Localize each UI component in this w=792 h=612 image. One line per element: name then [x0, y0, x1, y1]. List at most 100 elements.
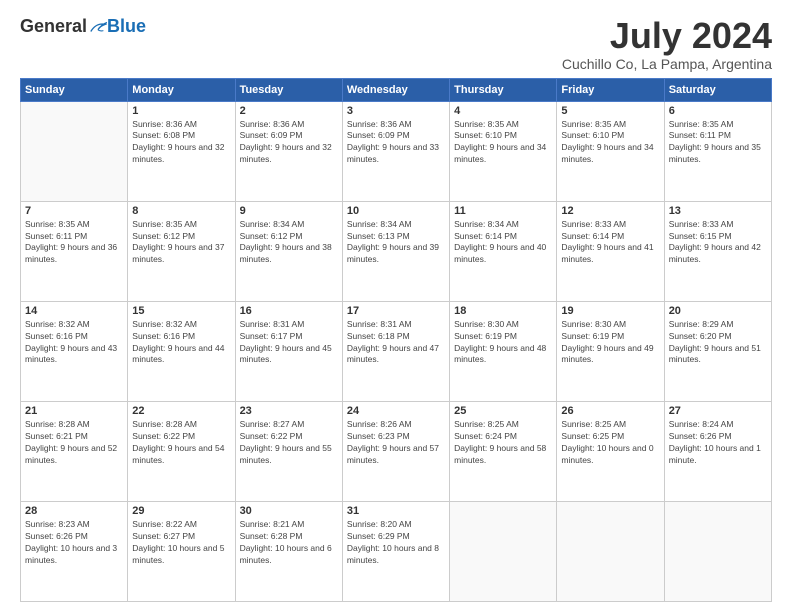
day-info: Sunrise: 8:29 AMSunset: 6:20 PMDaylight:… [669, 319, 767, 367]
day-info: Sunrise: 8:36 AMSunset: 6:09 PMDaylight:… [347, 119, 445, 167]
day-number: 23 [240, 405, 338, 417]
table-row: 21 Sunrise: 8:28 AMSunset: 6:21 PMDayligh… [21, 401, 128, 501]
table-row: 25 Sunrise: 8:25 AMSunset: 6:24 PMDayligh… [450, 401, 557, 501]
day-number: 20 [669, 305, 767, 317]
table-row: 13 Sunrise: 8:33 AMSunset: 6:15 PMDayligh… [664, 201, 771, 301]
table-row: 11 Sunrise: 8:34 AMSunset: 6:14 PMDayligh… [450, 201, 557, 301]
day-number: 30 [240, 505, 338, 517]
day-number: 12 [561, 205, 659, 217]
month-title: July 2024 [562, 16, 772, 56]
day-info: Sunrise: 8:20 AMSunset: 6:29 PMDaylight:… [347, 519, 445, 567]
calendar-week-row: 1Sunrise: 8:36 AMSunset: 6:08 PMDaylight… [21, 101, 772, 201]
day-info: Sunrise: 8:28 AMSunset: 6:22 PMDaylight:… [132, 419, 230, 467]
header: General Blue July 2024 Cuchillo Co, La P… [20, 16, 772, 72]
day-number: 18 [454, 305, 552, 317]
day-number: 1 [132, 105, 230, 117]
table-row: 5Sunrise: 8:35 AMSunset: 6:10 PMDaylight… [557, 101, 664, 201]
table-row [21, 101, 128, 201]
table-row: 17Sunrise: 8:31 AMSunset: 6:18 PMDayligh… [342, 301, 449, 401]
table-row: 8Sunrise: 8:35 AMSunset: 6:12 PMDaylight… [128, 201, 235, 301]
day-number: 11 [454, 205, 552, 217]
day-info: Sunrise: 8:32 AMSunset: 6:16 PMDaylight:… [25, 319, 123, 367]
table-row: 19 Sunrise: 8:30 AMSunset: 6:19 PMDayligh… [557, 301, 664, 401]
table-row: 16 Sunrise: 8:31 AMSunset: 6:17 PMDayligh… [235, 301, 342, 401]
table-row: 3Sunrise: 8:36 AMSunset: 6:09 PMDaylight… [342, 101, 449, 201]
day-info: Sunrise: 8:31 AMSunset: 6:18 PMDaylight:… [347, 319, 445, 367]
day-info: Sunrise: 8:21 AMSunset: 6:28 PMDaylight:… [240, 519, 338, 567]
day-info: Sunrise: 8:32 AMSunset: 6:16 PMDaylight:… [132, 319, 230, 367]
day-number: 6 [669, 105, 767, 117]
day-info: Sunrise: 8:35 AMSunset: 6:12 PMDaylight:… [132, 219, 230, 267]
table-row: 9Sunrise: 8:34 AMSunset: 6:12 PMDaylight… [235, 201, 342, 301]
table-row: 28Sunrise: 8:23 AMSunset: 6:26 PMDayligh… [21, 501, 128, 601]
col-wednesday: Wednesday [342, 78, 449, 101]
day-number: 27 [669, 405, 767, 417]
table-row: 23Sunrise: 8:27 AMSunset: 6:22 PMDayligh… [235, 401, 342, 501]
day-info: Sunrise: 8:31 AMSunset: 6:17 PMDaylight:… [240, 319, 338, 367]
table-row: 14 Sunrise: 8:32 AMSunset: 6:16 PMDayligh… [21, 301, 128, 401]
day-number: 26 [561, 405, 659, 417]
calendar-header-row: Sunday Monday Tuesday Wednesday Thursday… [21, 78, 772, 101]
table-row: 4 Sunrise: 8:35 AMSunset: 6:10 PMDaylight… [450, 101, 557, 201]
table-row: 10 Sunrise: 8:34 AMSunset: 6:13 PMDayligh… [342, 201, 449, 301]
day-number: 14 [25, 305, 123, 317]
table-row: 20 Sunrise: 8:29 AMSunset: 6:20 PMDayligh… [664, 301, 771, 401]
logo-bird-icon [89, 20, 107, 34]
day-number: 2 [240, 105, 338, 117]
col-friday: Friday [557, 78, 664, 101]
day-info: Sunrise: 8:33 AMSunset: 6:14 PMDaylight:… [561, 219, 659, 267]
day-info: Sunrise: 8:25 AMSunset: 6:24 PMDaylight:… [454, 419, 552, 467]
day-info: Sunrise: 8:34 AMSunset: 6:14 PMDaylight:… [454, 219, 552, 267]
day-info: Sunrise: 8:33 AMSunset: 6:15 PMDaylight:… [669, 219, 767, 267]
col-saturday: Saturday [664, 78, 771, 101]
day-number: 5 [561, 105, 659, 117]
table-row: 15Sunrise: 8:32 AMSunset: 6:16 PMDayligh… [128, 301, 235, 401]
day-number: 25 [454, 405, 552, 417]
day-info: Sunrise: 8:35 AMSunset: 6:11 PMDaylight:… [25, 219, 123, 267]
day-number: 13 [669, 205, 767, 217]
day-number: 19 [561, 305, 659, 317]
day-number: 31 [347, 505, 445, 517]
day-info: Sunrise: 8:25 AMSunset: 6:25 PMDaylight:… [561, 419, 659, 467]
logo-general-text: General [20, 16, 87, 37]
calendar-week-row: 7 Sunrise: 8:35 AMSunset: 6:11 PMDaylight… [21, 201, 772, 301]
table-row: 31 Sunrise: 8:20 AMSunset: 6:29 PMDayligh… [342, 501, 449, 601]
table-row [664, 501, 771, 601]
day-info: Sunrise: 8:35 AMSunset: 6:11 PMDaylight:… [669, 119, 767, 167]
table-row: 6 Sunrise: 8:35 AMSunset: 6:11 PMDaylight… [664, 101, 771, 201]
table-row: 12 Sunrise: 8:33 AMSunset: 6:14 PMDayligh… [557, 201, 664, 301]
table-row: 24 Sunrise: 8:26 AMSunset: 6:23 PMDayligh… [342, 401, 449, 501]
day-number: 7 [25, 205, 123, 217]
day-number: 24 [347, 405, 445, 417]
table-row: 1Sunrise: 8:36 AMSunset: 6:08 PMDaylight… [128, 101, 235, 201]
day-info: Sunrise: 8:28 AMSunset: 6:21 PMDaylight:… [25, 419, 123, 467]
table-row: 22 Sunrise: 8:28 AMSunset: 6:22 PMDayligh… [128, 401, 235, 501]
calendar-week-row: 14 Sunrise: 8:32 AMSunset: 6:16 PMDayligh… [21, 301, 772, 401]
logo: General Blue [20, 16, 146, 37]
day-number: 28 [25, 505, 123, 517]
logo-blue-text: Blue [107, 16, 146, 37]
table-row: 30 Sunrise: 8:21 AMSunset: 6:28 PMDayligh… [235, 501, 342, 601]
location-title: Cuchillo Co, La Pampa, Argentina [562, 56, 772, 72]
title-section: July 2024 Cuchillo Co, La Pampa, Argenti… [562, 16, 772, 72]
page: General Blue July 2024 Cuchillo Co, La P… [0, 0, 792, 612]
table-row: 7 Sunrise: 8:35 AMSunset: 6:11 PMDaylight… [21, 201, 128, 301]
calendar-week-row: 28Sunrise: 8:23 AMSunset: 6:26 PMDayligh… [21, 501, 772, 601]
day-info: Sunrise: 8:36 AMSunset: 6:09 PMDaylight:… [240, 119, 338, 167]
col-sunday: Sunday [21, 78, 128, 101]
calendar: Sunday Monday Tuesday Wednesday Thursday… [20, 78, 772, 602]
day-info: Sunrise: 8:30 AMSunset: 6:19 PMDaylight:… [454, 319, 552, 367]
day-number: 4 [454, 105, 552, 117]
day-number: 16 [240, 305, 338, 317]
day-info: Sunrise: 8:35 AMSunset: 6:10 PMDaylight:… [454, 119, 552, 167]
table-row [450, 501, 557, 601]
col-monday: Monday [128, 78, 235, 101]
day-number: 22 [132, 405, 230, 417]
day-info: Sunrise: 8:30 AMSunset: 6:19 PMDaylight:… [561, 319, 659, 367]
day-number: 21 [25, 405, 123, 417]
day-number: 10 [347, 205, 445, 217]
day-info: Sunrise: 8:34 AMSunset: 6:13 PMDaylight:… [347, 219, 445, 267]
day-info: Sunrise: 8:26 AMSunset: 6:23 PMDaylight:… [347, 419, 445, 467]
day-info: Sunrise: 8:22 AMSunset: 6:27 PMDaylight:… [132, 519, 230, 567]
col-thursday: Thursday [450, 78, 557, 101]
